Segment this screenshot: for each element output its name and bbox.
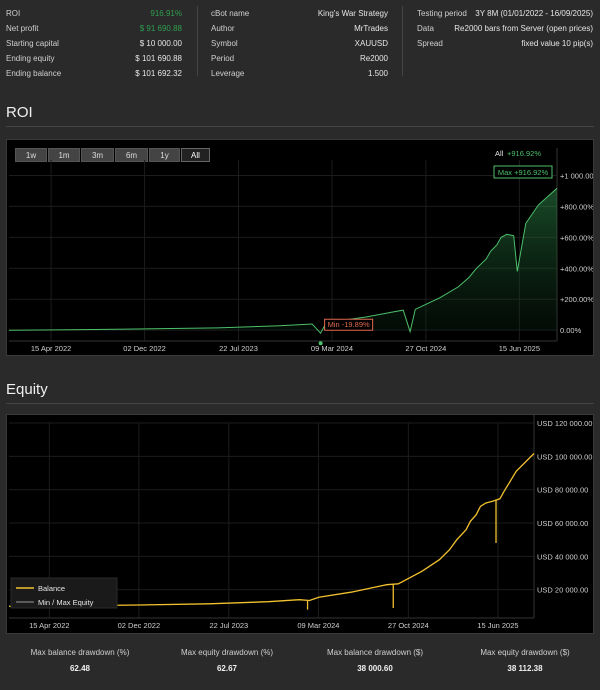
y-tick-label: +400.00% [560,264,593,273]
info-row: Symbol XAUUSD [211,36,388,51]
y-tick-label: +1 000.00% [560,171,593,180]
stat-value: 62.48 [69,664,91,673]
info-value: fixed value 10 pip(s) [521,39,593,48]
equity-section-title: Equity [6,381,48,398]
roi-summary-label: All [495,149,504,158]
info-label: Author [211,24,235,33]
drawdown-stat: Max equity drawdown (%) 62.67 [152,648,302,673]
info-row: Testing period 3Y 8M (01/01/2022 - 16/09/… [417,6,593,21]
info-value: $ 101 690.88 [135,54,182,63]
x-tick-label: 15 Apr 2022 [29,621,69,630]
x-tick-label: 09 Mar 2024 [311,344,353,353]
info-value: 916.91% [150,9,182,18]
x-tick-label: 27 Oct 2024 [388,621,429,630]
info-label: Ending equity [6,54,55,63]
info-value: 1.500 [367,69,388,78]
info-value: 3Y 8M (01/01/2022 - 16/09/2025) [475,9,593,18]
info-row: Spread fixed value 10 pip(s) [417,36,593,51]
stat-value: 38 112.38 [507,664,543,673]
x-tick-label: 15 Apr 2022 [31,344,71,353]
x-tick-label: 27 Oct 2024 [405,344,446,353]
roi-section-title: ROI [6,104,33,121]
info-value: MrTrades [354,24,388,33]
column-divider [402,6,403,76]
info-label: Symbol [211,39,238,48]
info-label: Net profit [6,24,39,33]
info-value: $ 10 000.00 [139,39,182,48]
y-tick-label: USD 120 000.00 [537,419,592,428]
info-label: ROI [6,9,21,18]
performance-info-column: ROI 916.91% Net profit $ 91 690.88 Starting … [6,6,182,81]
info-row: Period Re2000 [211,51,388,66]
legend-equity-label: Min / Max Equity [38,598,94,607]
roi-chart-panel: 1w 1m 3m 6m 1y All 0.00% +200.00% +400.00% +600.… [6,139,594,356]
stat-label: Max balance drawdown (%) [30,648,130,657]
x-tick-label: 15 Jun 2025 [499,344,540,353]
max-label: Max +916.92% [498,168,549,177]
x-tick-label: 22 Jul 2023 [209,621,248,630]
y-tick-label: +800.00% [560,202,593,211]
y-tick-label: USD 20 000.00 [537,586,588,595]
info-label: Testing period [417,9,467,18]
divider [6,403,594,404]
info-row: Ending equity $ 101 690.88 [6,51,182,66]
equity-chart-panel: USD 20 000.00 USD 40 000.00 USD 60 000.00 U… [6,414,594,634]
equity-chart[interactable]: USD 20 000.00 USD 40 000.00 USD 60 000.00 U… [7,415,593,633]
info-label: Leverage [211,69,245,78]
info-label: Starting capital [6,39,59,48]
info-value: Re2000 [359,54,388,63]
stat-value: 38 000.60 [357,664,393,673]
x-tick-label: 22 Jul 2023 [219,344,258,353]
info-row: ROI 916.91% [6,6,182,21]
info-row: Author MrTrades [211,21,388,36]
equity-legend: Balance Min / Max Equity [10,577,118,609]
info-label: cBot name [211,9,250,18]
roi-area [9,188,557,334]
info-row: cBot name King's War Strategy [211,6,388,21]
y-tick-label: +600.00% [560,233,593,242]
info-row: Ending balance $ 101 692.32 [6,66,182,81]
info-label: Period [211,54,235,63]
drawdown-stat: Max equity drawdown ($) 38 112.38 [450,648,600,673]
y-tick-label: 0.00% [560,326,582,335]
drawdown-stat: Max balance drawdown ($) 38 000.60 [300,648,450,673]
roi-summary-value: +916.92% [507,149,541,158]
legend-balance-label: Balance [38,584,65,593]
min-label: Min -19.89% [328,320,370,329]
info-value: $ 101 692.32 [135,69,182,78]
stat-label: Max balance drawdown ($) [326,648,424,657]
backtest-info-panel: ROI 916.91% Net profit $ 91 690.88 Starting … [0,0,600,82]
info-row: Data Re2000 bars from Server (open prices… [417,21,593,36]
y-tick-label: USD 100 000.00 [537,452,592,461]
info-value: King's War Strategy [317,9,388,18]
roi-chart[interactable]: 0.00% +200.00% +400.00% +600.00% +800.00% +1 … [7,140,593,355]
info-row: Starting capital $ 10 000.00 [6,36,182,51]
y-tick-label: USD 60 000.00 [537,519,588,528]
stat-label: Max equity drawdown ($) [480,648,570,657]
x-tick-label: 15 Jun 2025 [477,621,518,630]
info-label: Data [417,24,434,33]
min-point-marker [318,341,323,346]
x-tick-label: 09 Mar 2024 [297,621,339,630]
y-tick-label: USD 40 000.00 [537,552,588,561]
testing-info-column: Testing period 3Y 8M (01/01/2022 - 16/09/… [417,6,593,51]
divider [6,126,594,127]
column-divider [197,6,198,76]
info-value: XAUUSD [354,39,388,48]
info-value: Re2000 bars from Server (open prices) [454,24,593,33]
info-value: $ 91 690.88 [139,24,182,33]
x-tick-label: 02 Dec 2022 [123,344,166,353]
info-row: Leverage 1.500 [211,66,388,81]
y-tick-label: USD 80 000.00 [537,486,588,495]
stat-value: 62.67 [216,664,238,673]
stat-label: Max equity drawdown (%) [180,648,274,657]
info-row: Net profit $ 91 690.88 [6,21,182,36]
info-label: Ending balance [6,69,62,78]
y-tick-label: +200.00% [560,295,593,304]
x-tick-label: 02 Dec 2022 [118,621,161,630]
info-label: Spread [417,39,443,48]
drawdown-stat: Max balance drawdown (%) 62.48 [5,648,155,673]
cbot-info-column: cBot name King's War Strategy Author MrTrad… [211,6,388,81]
